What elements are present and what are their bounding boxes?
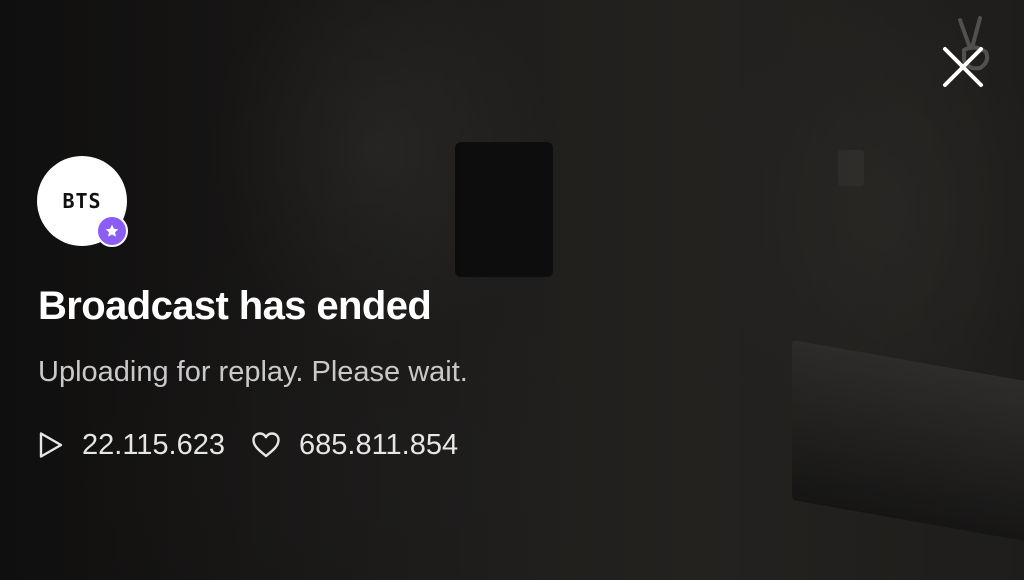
broadcast-stats: 22.115.623 685.811.854 — [38, 425, 458, 465]
close-icon[interactable] — [938, 42, 988, 92]
broadcast-ended-title: Broadcast has ended — [38, 284, 432, 328]
heart-icon — [252, 432, 280, 458]
play-icon — [39, 432, 63, 458]
like-count: 685.811.854 — [251, 429, 458, 462]
avatar-text: BTS — [62, 189, 102, 213]
replay-status-text: Uploading for replay. Please wait. — [38, 356, 468, 388]
star-badge — [96, 215, 128, 247]
star-icon — [105, 224, 119, 237]
play-count: 22.115.623 — [38, 429, 225, 462]
play-count-value: 22.115.623 — [82, 428, 225, 461]
like-count-value: 685.811.854 — [299, 428, 459, 461]
